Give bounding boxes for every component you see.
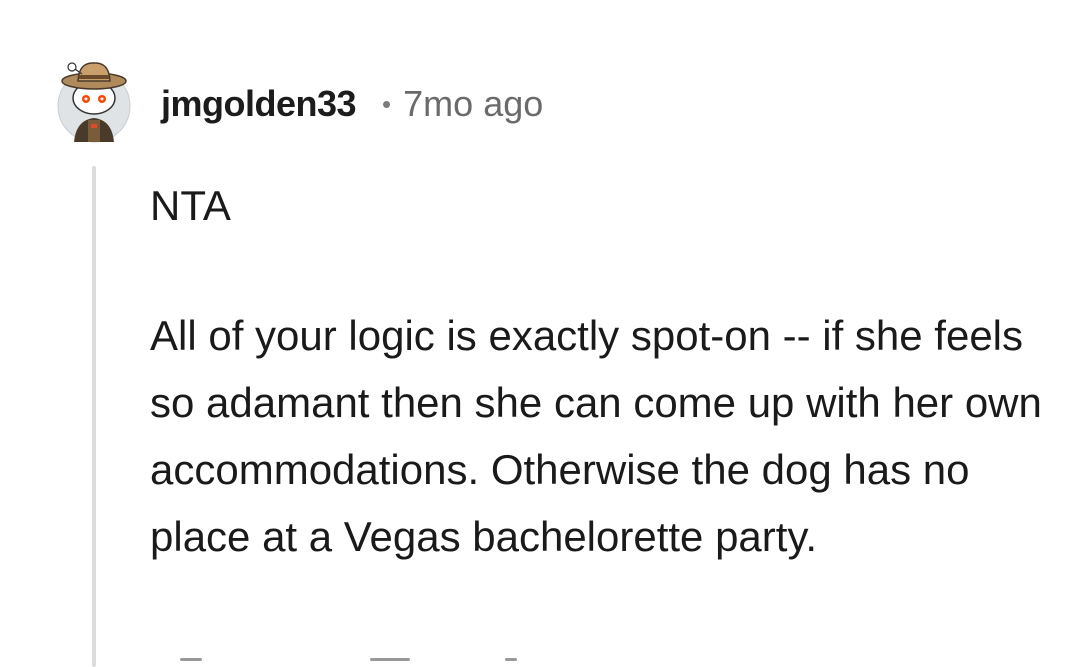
comment-timestamp[interactable]: 7mo ago — [403, 83, 543, 125]
thread-collapse-line[interactable] — [92, 166, 96, 667]
snoo-cowboy-avatar-icon — [57, 62, 131, 143]
comment-body: NTA All of your logic is exactly spot-on… — [150, 172, 1050, 570]
comment-actions-cutoff — [150, 652, 750, 667]
comment-verdict: NTA — [150, 182, 231, 229]
upvote-icon[interactable] — [180, 658, 202, 661]
user-avatar[interactable] — [52, 54, 136, 144]
meta-separator: • — [382, 89, 392, 119]
comment-text: All of your logic is exactly spot-on -- … — [150, 312, 1042, 560]
more-options-icon[interactable] — [505, 658, 517, 661]
comment-meta: jmgolden33 • 7mo ago — [161, 82, 543, 126]
reply-icon[interactable] — [370, 658, 410, 661]
username-link[interactable]: jmgolden33 — [161, 83, 357, 125]
comment: jmgolden33 • 7mo ago NTA All of your log… — [0, 0, 1080, 667]
